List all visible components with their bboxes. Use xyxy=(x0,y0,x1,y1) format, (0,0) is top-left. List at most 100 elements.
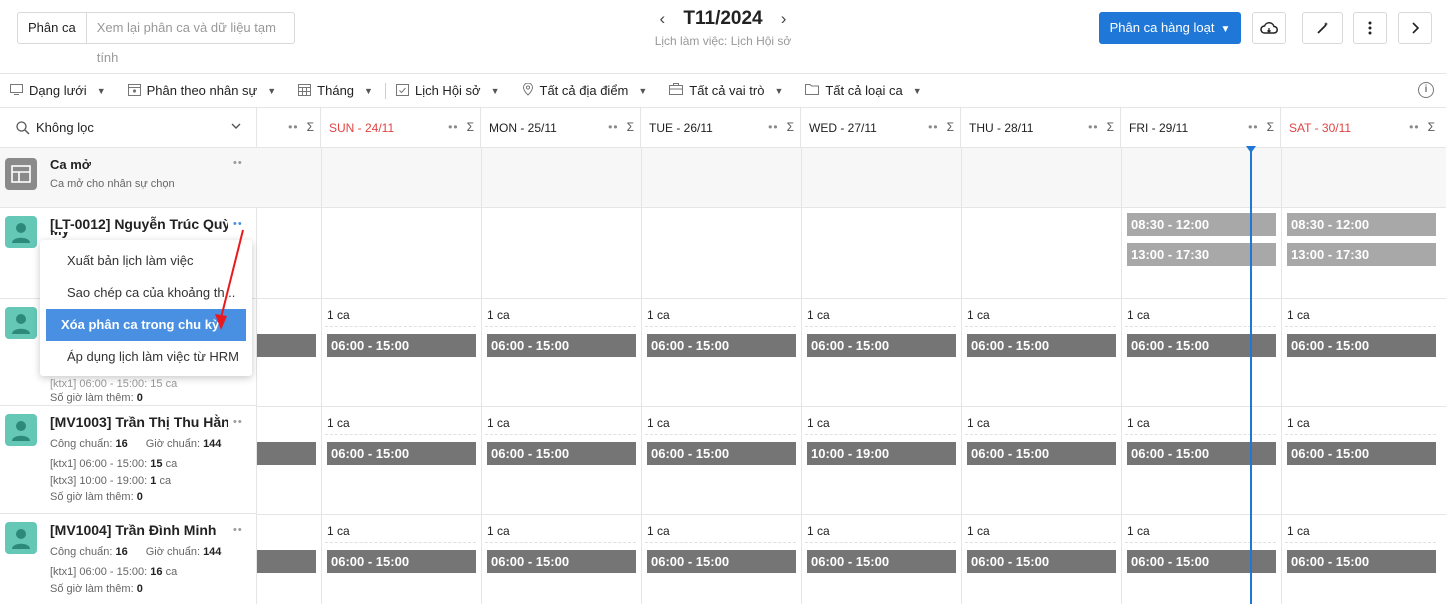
magic-wand-button[interactable] xyxy=(1302,12,1343,44)
dots-icon[interactable]: •• xyxy=(768,120,778,134)
employee-name-overflow: My xyxy=(50,232,228,240)
group-by-dropdown[interactable]: Phân theo nhân sự ▼ xyxy=(127,83,276,99)
user-icon xyxy=(12,421,30,441)
shift-block[interactable]: 06:00 - 15:00 xyxy=(647,442,796,465)
dots-icon[interactable]: •• xyxy=(288,120,298,134)
open-shift-row[interactable]: Ca mở Ca mở cho nhân sự chọn •• xyxy=(0,148,257,208)
shift-count: 1 ca xyxy=(1287,416,1310,430)
shift-block[interactable]: 06:00 - 15:00 xyxy=(967,442,1116,465)
shift-block[interactable]: 06:00 - 15:00 xyxy=(807,334,956,357)
dots-icon[interactable]: •• xyxy=(1248,120,1258,134)
shift-summary-line: [ktx3] 10:00 - 19:00: 1 ca xyxy=(50,475,172,487)
menu-item-apply-hrm-schedule[interactable]: Áp dụng lịch làm việc từ HRM xyxy=(46,341,246,373)
sum-icon[interactable]: Σ xyxy=(467,120,474,134)
menu-item-publish-schedule[interactable]: Xuất bản lịch làm việc xyxy=(46,245,246,277)
shift-block[interactable]: 13:00 - 17:30 xyxy=(1127,243,1276,266)
shift-block[interactable]: 06:00 - 15:00 xyxy=(807,550,956,573)
avatar xyxy=(5,216,37,248)
day-header-sun: SUN - 24/11 •• Σ xyxy=(321,108,481,148)
menu-item-delete-shifts-in-cycle[interactable]: Xóa phân ca trong chu kỳ xyxy=(46,309,246,341)
role-dropdown[interactable]: Tất cả vai trò ▼ xyxy=(669,83,783,98)
dots-icon[interactable]: •• xyxy=(928,120,938,134)
sum-icon[interactable]: Σ xyxy=(307,120,314,134)
shift-count: 1 ca xyxy=(1287,524,1310,538)
row-divider xyxy=(257,406,1446,407)
shift-block[interactable]: 06:00 - 15:00 xyxy=(1287,334,1436,357)
shift-block[interactable]: 06:00 - 15:00 xyxy=(487,550,636,573)
employee-name[interactable]: [LT-0012] Nguyễn Trúc Quỳnh My xyxy=(50,216,228,232)
info-icon[interactable]: i xyxy=(1418,82,1434,98)
row-options-icon[interactable]: •• xyxy=(233,524,243,536)
more-options-button[interactable] xyxy=(1353,12,1387,44)
schedule-dropdown[interactable]: Lịch Hội sở ▼ xyxy=(395,83,500,99)
next-period-icon[interactable]: › xyxy=(775,9,793,29)
chevron-down-icon xyxy=(231,121,241,133)
employee-row: [MV1004] Trần Đình Minh •• Công chuẩn: 1… xyxy=(0,514,257,604)
shift-block-partial[interactable] xyxy=(257,334,316,357)
shift-block[interactable]: 06:00 - 15:00 xyxy=(327,442,476,465)
sum-icon[interactable]: Σ xyxy=(627,120,634,134)
shift-block[interactable]: 13:00 - 17:30 xyxy=(1287,243,1436,266)
range-dropdown[interactable]: Tháng ▼ xyxy=(298,83,373,99)
shift-type-dropdown[interactable]: Tất cả loại ca ▼ xyxy=(805,83,922,98)
shift-block[interactable]: 06:00 - 15:00 xyxy=(1287,550,1436,573)
view-mode-dropdown[interactable]: Dạng lưới ▼ xyxy=(10,83,106,98)
shift-block[interactable]: 06:00 - 15:00 xyxy=(967,550,1116,573)
day-label: THU - 28/11 xyxy=(969,121,1034,135)
row-options-icon[interactable]: •• xyxy=(233,218,243,230)
dots-icon[interactable]: •• xyxy=(1409,120,1419,134)
sum-icon[interactable]: Σ xyxy=(1107,120,1114,134)
dots-icon[interactable]: •• xyxy=(448,120,458,134)
employee-name[interactable]: [MV1004] Trần Đình Minh xyxy=(50,522,228,538)
cloud-sync-button[interactable] xyxy=(1252,12,1286,44)
count-separator xyxy=(485,434,636,435)
open-shift-avatar xyxy=(5,158,37,190)
shift-block[interactable]: 06:00 - 15:00 xyxy=(327,334,476,357)
next-button[interactable] xyxy=(1398,12,1432,44)
shift-block-partial[interactable] xyxy=(257,442,316,465)
shift-block[interactable]: 06:00 - 15:00 xyxy=(327,550,476,573)
count-separator xyxy=(1125,326,1276,327)
chevron-down-icon: ▼ xyxy=(912,85,922,96)
shift-block[interactable]: 06:00 - 15:00 xyxy=(1127,334,1276,357)
filter-toolbar: Dạng lưới ▼ Phân theo nhân sự ▼ Tháng ▼ Lịc… xyxy=(0,74,1446,108)
shift-block[interactable]: 06:00 - 15:00 xyxy=(487,442,636,465)
dots-icon[interactable]: •• xyxy=(608,120,618,134)
row-divider xyxy=(257,514,1446,515)
row-options-icon[interactable]: •• xyxy=(233,157,243,169)
menu-item-copy-shifts[interactable]: Sao chép ca của khoảng th... xyxy=(46,277,246,309)
sum-icon[interactable]: Σ xyxy=(947,120,954,134)
prev-period-icon[interactable]: ‹ xyxy=(653,9,671,29)
location-dropdown[interactable]: Tất cả địa điểm ▼ xyxy=(522,82,647,99)
shift-count: 1 ca xyxy=(647,308,670,322)
employee-filter[interactable]: Không lọc xyxy=(0,108,257,148)
sum-icon[interactable]: Σ xyxy=(1267,120,1274,134)
employee-name[interactable]: [MV1003] Trần Thị Thu Hằng xyxy=(50,414,228,430)
shift-block[interactable]: 08:30 - 12:00 xyxy=(1287,213,1436,236)
shift-count: 1 ca xyxy=(487,416,510,430)
shift-block[interactable]: 08:30 - 12:00 xyxy=(1127,213,1276,236)
shift-block[interactable]: 06:00 - 15:00 xyxy=(647,334,796,357)
view-mode-label: Dạng lưới xyxy=(29,83,87,98)
row-options-icon[interactable]: •• xyxy=(233,416,243,428)
sum-icon[interactable]: Σ xyxy=(787,120,794,134)
top-bar: Phân ca Xem lại phân ca và dữ liệu tạm t… xyxy=(0,0,1446,74)
shift-block[interactable]: 06:00 - 15:00 xyxy=(647,550,796,573)
bulk-assign-button[interactable]: Phân ca hàng loạt ▼ xyxy=(1099,12,1241,44)
count-separator xyxy=(965,326,1116,327)
shift-count: 1 ca xyxy=(807,524,830,538)
day-label: SAT - 30/11 xyxy=(1289,121,1352,135)
shift-block[interactable]: 06:00 - 15:00 xyxy=(1127,442,1276,465)
user-icon xyxy=(12,529,30,549)
sum-icon[interactable]: Σ xyxy=(1428,120,1435,134)
avatar xyxy=(5,307,37,339)
shift-block[interactable]: 06:00 - 15:00 xyxy=(1127,550,1276,573)
dots-icon[interactable]: •• xyxy=(1088,120,1098,134)
shift-block-partial[interactable] xyxy=(257,550,316,573)
shift-block[interactable]: 06:00 - 15:00 xyxy=(487,334,636,357)
shift-block[interactable]: 10:00 - 19:00 xyxy=(807,442,956,465)
shift-type-label: Tất cả loại ca xyxy=(825,83,903,98)
shift-block[interactable]: 06:00 - 15:00 xyxy=(967,334,1116,357)
column-divider xyxy=(1121,148,1122,604)
shift-block[interactable]: 06:00 - 15:00 xyxy=(1287,442,1436,465)
